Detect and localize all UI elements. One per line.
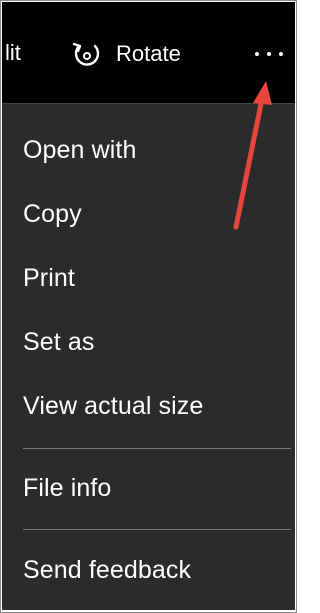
more-horizontal-icon-dot bbox=[255, 52, 259, 56]
rotate-icon bbox=[70, 37, 104, 71]
menu-item-print[interactable]: Print bbox=[2, 250, 295, 306]
screenshot-frame: lit Rotate Open with Copy Print Set as V… bbox=[0, 0, 297, 613]
menu-item-label: View actual size bbox=[23, 391, 204, 420]
rotate-label: Rotate bbox=[116, 41, 181, 66]
more-options-button[interactable] bbox=[248, 42, 290, 66]
menu-item-set-as[interactable]: Set as bbox=[2, 314, 295, 370]
menu-separator bbox=[23, 529, 291, 530]
menu-item-send-feedback[interactable]: Send feedback bbox=[2, 542, 295, 598]
more-horizontal-icon-dot bbox=[279, 52, 283, 56]
menu-item-label: Copy bbox=[23, 199, 82, 228]
menu-item-label: File info bbox=[23, 473, 112, 502]
rotate-button[interactable]: Rotate bbox=[70, 32, 205, 76]
menu-separator bbox=[23, 448, 291, 449]
menu-item-label: Open with bbox=[23, 135, 137, 164]
menu-item-view-actual-size[interactable]: View actual size bbox=[2, 378, 295, 434]
edit-button-label[interactable]: lit bbox=[5, 38, 21, 68]
menu-item-label: Print bbox=[23, 263, 75, 292]
menu-item-label: Send feedback bbox=[23, 555, 192, 584]
photo-toolbar: lit Rotate bbox=[2, 2, 295, 103]
menu-item-open-with[interactable]: Open with bbox=[2, 122, 295, 178]
more-horizontal-icon-dot bbox=[267, 52, 271, 56]
menu-item-copy[interactable]: Copy bbox=[2, 186, 295, 242]
menu-item-file-info[interactable]: File info bbox=[2, 460, 295, 516]
more-options-menu: Open with Copy Print Set as View actual … bbox=[2, 103, 295, 610]
menu-item-label: Set as bbox=[23, 327, 95, 356]
